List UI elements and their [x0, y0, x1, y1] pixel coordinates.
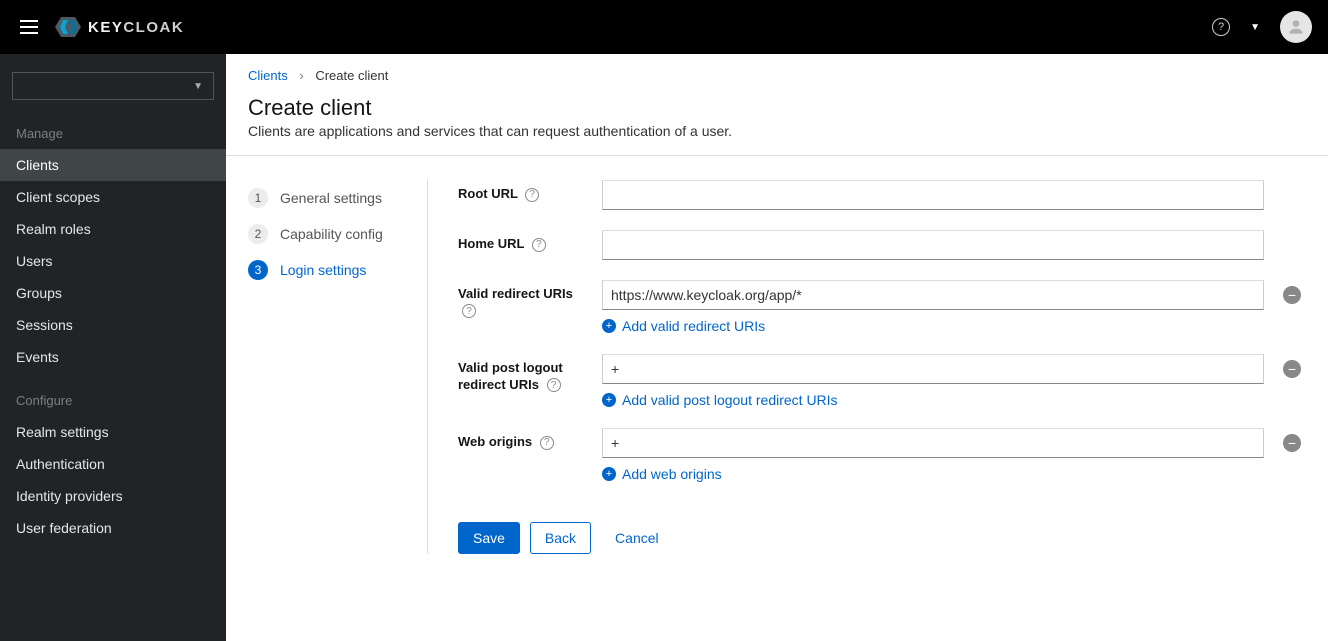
save-button[interactable]: Save [458, 522, 520, 554]
header-left: KEYCLOAK [16, 15, 184, 39]
header-right: ? ▼ [1212, 11, 1312, 43]
app-header: KEYCLOAK ? ▼ [0, 0, 1328, 54]
plus-circle-icon: + [602, 467, 616, 481]
sidebar-item-clients[interactable]: Clients [0, 149, 226, 181]
help-icon[interactable]: ? [540, 436, 554, 450]
help-icon[interactable]: ? [462, 304, 476, 318]
sidebar-item-user-federation[interactable]: User federation [0, 512, 226, 544]
help-icon[interactable]: ? [547, 378, 561, 392]
menu-toggle-button[interactable] [16, 16, 42, 38]
wizard-step-login-settings[interactable]: 3 Login settings [248, 252, 411, 288]
main-content: Clients › Create client Create client Cl… [226, 54, 1328, 641]
brand-logo[interactable]: KEYCLOAK [54, 15, 184, 39]
remove-redirect-uri-button[interactable]: − [1283, 286, 1301, 304]
add-post-logout-uri-link[interactable]: +Add valid post logout redirect URIs [602, 392, 838, 408]
add-web-origin-link[interactable]: +Add web origins [602, 466, 722, 482]
redirect-uris-label: Valid redirect URIs ? [458, 280, 588, 320]
caret-down-icon: ▼ [193, 81, 203, 92]
redirect-uri-input[interactable] [602, 280, 1264, 310]
chevron-right-icon: › [299, 68, 303, 83]
sidebar: ▼ Manage Clients Client scopes Realm rol… [0, 54, 226, 641]
sidebar-item-realm-roles[interactable]: Realm roles [0, 213, 226, 245]
plus-circle-icon: + [602, 393, 616, 407]
minus-circle-icon: − [1288, 436, 1296, 450]
remove-post-logout-uri-button[interactable]: − [1283, 360, 1301, 378]
sidebar-item-groups[interactable]: Groups [0, 277, 226, 309]
breadcrumb: Clients › Create client [226, 54, 1328, 89]
breadcrumb-root-link[interactable]: Clients [248, 68, 288, 83]
post-logout-uri-input[interactable] [602, 354, 1264, 384]
realm-selector[interactable]: ▼ [12, 72, 214, 100]
sidebar-item-identity-providers[interactable]: Identity providers [0, 480, 226, 512]
help-icon[interactable]: ? [525, 188, 539, 202]
header-dropdown-caret[interactable]: ▼ [1250, 22, 1260, 33]
sidebar-item-authentication[interactable]: Authentication [0, 448, 226, 480]
back-button[interactable]: Back [530, 522, 591, 554]
sidebar-item-realm-settings[interactable]: Realm settings [0, 416, 226, 448]
page-subtitle: Clients are applications and services th… [226, 121, 1328, 156]
wizard-footer: Save Back Cancel [458, 502, 1306, 554]
wizard-step-capability-config[interactable]: 2 Capability config [248, 216, 411, 252]
web-origin-input[interactable] [602, 428, 1264, 458]
root-url-label: Root URL ? [458, 180, 588, 203]
breadcrumb-current: Create client [315, 68, 388, 83]
sidebar-item-client-scopes[interactable]: Client scopes [0, 181, 226, 213]
minus-circle-icon: − [1288, 362, 1296, 376]
nav-section-title: Manage [0, 118, 226, 149]
home-url-label: Home URL ? [458, 230, 588, 253]
wizard-steps: 1 General settings 2 Capability config 3… [248, 180, 428, 554]
brand-name: KEYCLOAK [88, 19, 184, 36]
add-redirect-uri-link[interactable]: +Add valid redirect URIs [602, 318, 765, 334]
nav-section-title: Configure [0, 385, 226, 416]
help-icon[interactable]: ? [1212, 18, 1230, 36]
page-title: Create client [226, 89, 1328, 121]
help-icon[interactable]: ? [532, 238, 546, 252]
post-logout-uris-label: Valid post logout redirect URIs ? [458, 354, 588, 394]
sidebar-item-events[interactable]: Events [0, 341, 226, 373]
keycloak-logo-icon [54, 15, 82, 39]
remove-web-origin-button[interactable]: − [1283, 434, 1301, 452]
minus-circle-icon: − [1288, 288, 1296, 302]
user-avatar[interactable] [1280, 11, 1312, 43]
root-url-input[interactable] [602, 180, 1264, 210]
sidebar-item-users[interactable]: Users [0, 245, 226, 277]
sidebar-item-sessions[interactable]: Sessions [0, 309, 226, 341]
plus-circle-icon: + [602, 319, 616, 333]
wizard-step-general-settings[interactable]: 1 General settings [248, 180, 411, 216]
home-url-input[interactable] [602, 230, 1264, 260]
web-origins-label: Web origins ? [458, 428, 588, 451]
avatar-icon [1286, 17, 1306, 37]
cancel-button[interactable]: Cancel [601, 522, 673, 554]
